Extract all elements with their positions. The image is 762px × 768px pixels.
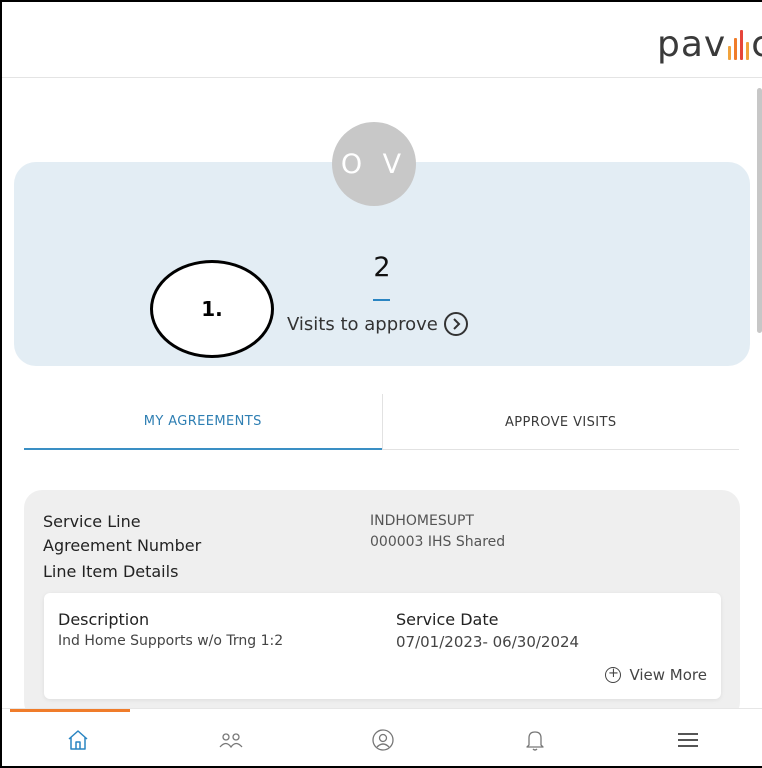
pavillio-logo[interactable]: pav c <box>657 24 762 65</box>
tab-my-agreements-label: MY AGREEMENTS <box>143 413 262 429</box>
visit-count: 2 <box>373 252 391 283</box>
tab-approve-visits-label: APPROVE VISITS <box>505 414 617 430</box>
nav-notifications[interactable] <box>459 709 611 766</box>
user-circle-icon <box>372 728 394 751</box>
chevron-right-circle-icon <box>443 312 468 336</box>
nav-menu[interactable] <box>612 709 762 766</box>
nav-people[interactable] <box>154 709 306 766</box>
callout-annotation: 1. <box>150 260 274 358</box>
service-date-value: 07/01/2023- 06/30/2024 <box>396 633 580 651</box>
active-tab-indicator <box>10 709 130 712</box>
description-value: Ind Home Supports w/o Trng 1:2 <box>58 633 284 649</box>
agreement-tabs: MY AGREEMENTS APPROVE VISITS <box>24 394 739 450</box>
callout-label: 1. <box>201 297 223 321</box>
home-icon <box>68 729 88 750</box>
people-icon <box>219 732 243 748</box>
avatar[interactable]: O V <box>332 122 416 206</box>
service-line-label: Service Line <box>43 512 141 531</box>
app-header: pav c <box>2 2 762 78</box>
tab-approve-visits[interactable]: APPROVE VISITS <box>381 394 740 450</box>
nav-profile[interactable] <box>307 709 459 766</box>
avatar-initials: O V <box>340 148 408 180</box>
description-label: Description <box>58 610 150 629</box>
visits-to-approve-link[interactable]: Visits to approve <box>287 312 468 336</box>
service-line-value: INDHOMESUPT <box>370 513 474 529</box>
view-more-label: View More <box>629 666 707 684</box>
view-more-button[interactable]: + View More <box>605 666 707 684</box>
nav-home[interactable] <box>2 709 154 766</box>
bottom-navigation <box>2 708 762 766</box>
app-frame: pav c O V 2 Visits to approve 1. MY AGRE… <box>0 0 762 768</box>
line-item-details-label: Line Item Details <box>43 562 179 581</box>
line-item-card: Description Ind Home Supports w/o Trng 1… <box>44 593 721 699</box>
service-date-label: Service Date <box>396 610 499 629</box>
bell-icon <box>526 730 545 751</box>
logo-bars-icon <box>728 29 750 60</box>
menu-icon <box>677 732 698 747</box>
visit-count-underline <box>373 299 390 301</box>
logo-text-left: pav <box>656 24 727 65</box>
agreement-number-value: 000003 IHS Shared <box>370 534 506 550</box>
tab-my-agreements[interactable]: MY AGREEMENTS <box>24 394 382 450</box>
vertical-scrollbar[interactable] <box>757 88 762 333</box>
visits-to-approve-label: Visits to approve <box>287 313 438 335</box>
plus-circle-icon: + <box>605 667 622 683</box>
logo-text-right: c <box>751 24 762 65</box>
agreement-number-label: Agreement Number <box>43 536 202 555</box>
